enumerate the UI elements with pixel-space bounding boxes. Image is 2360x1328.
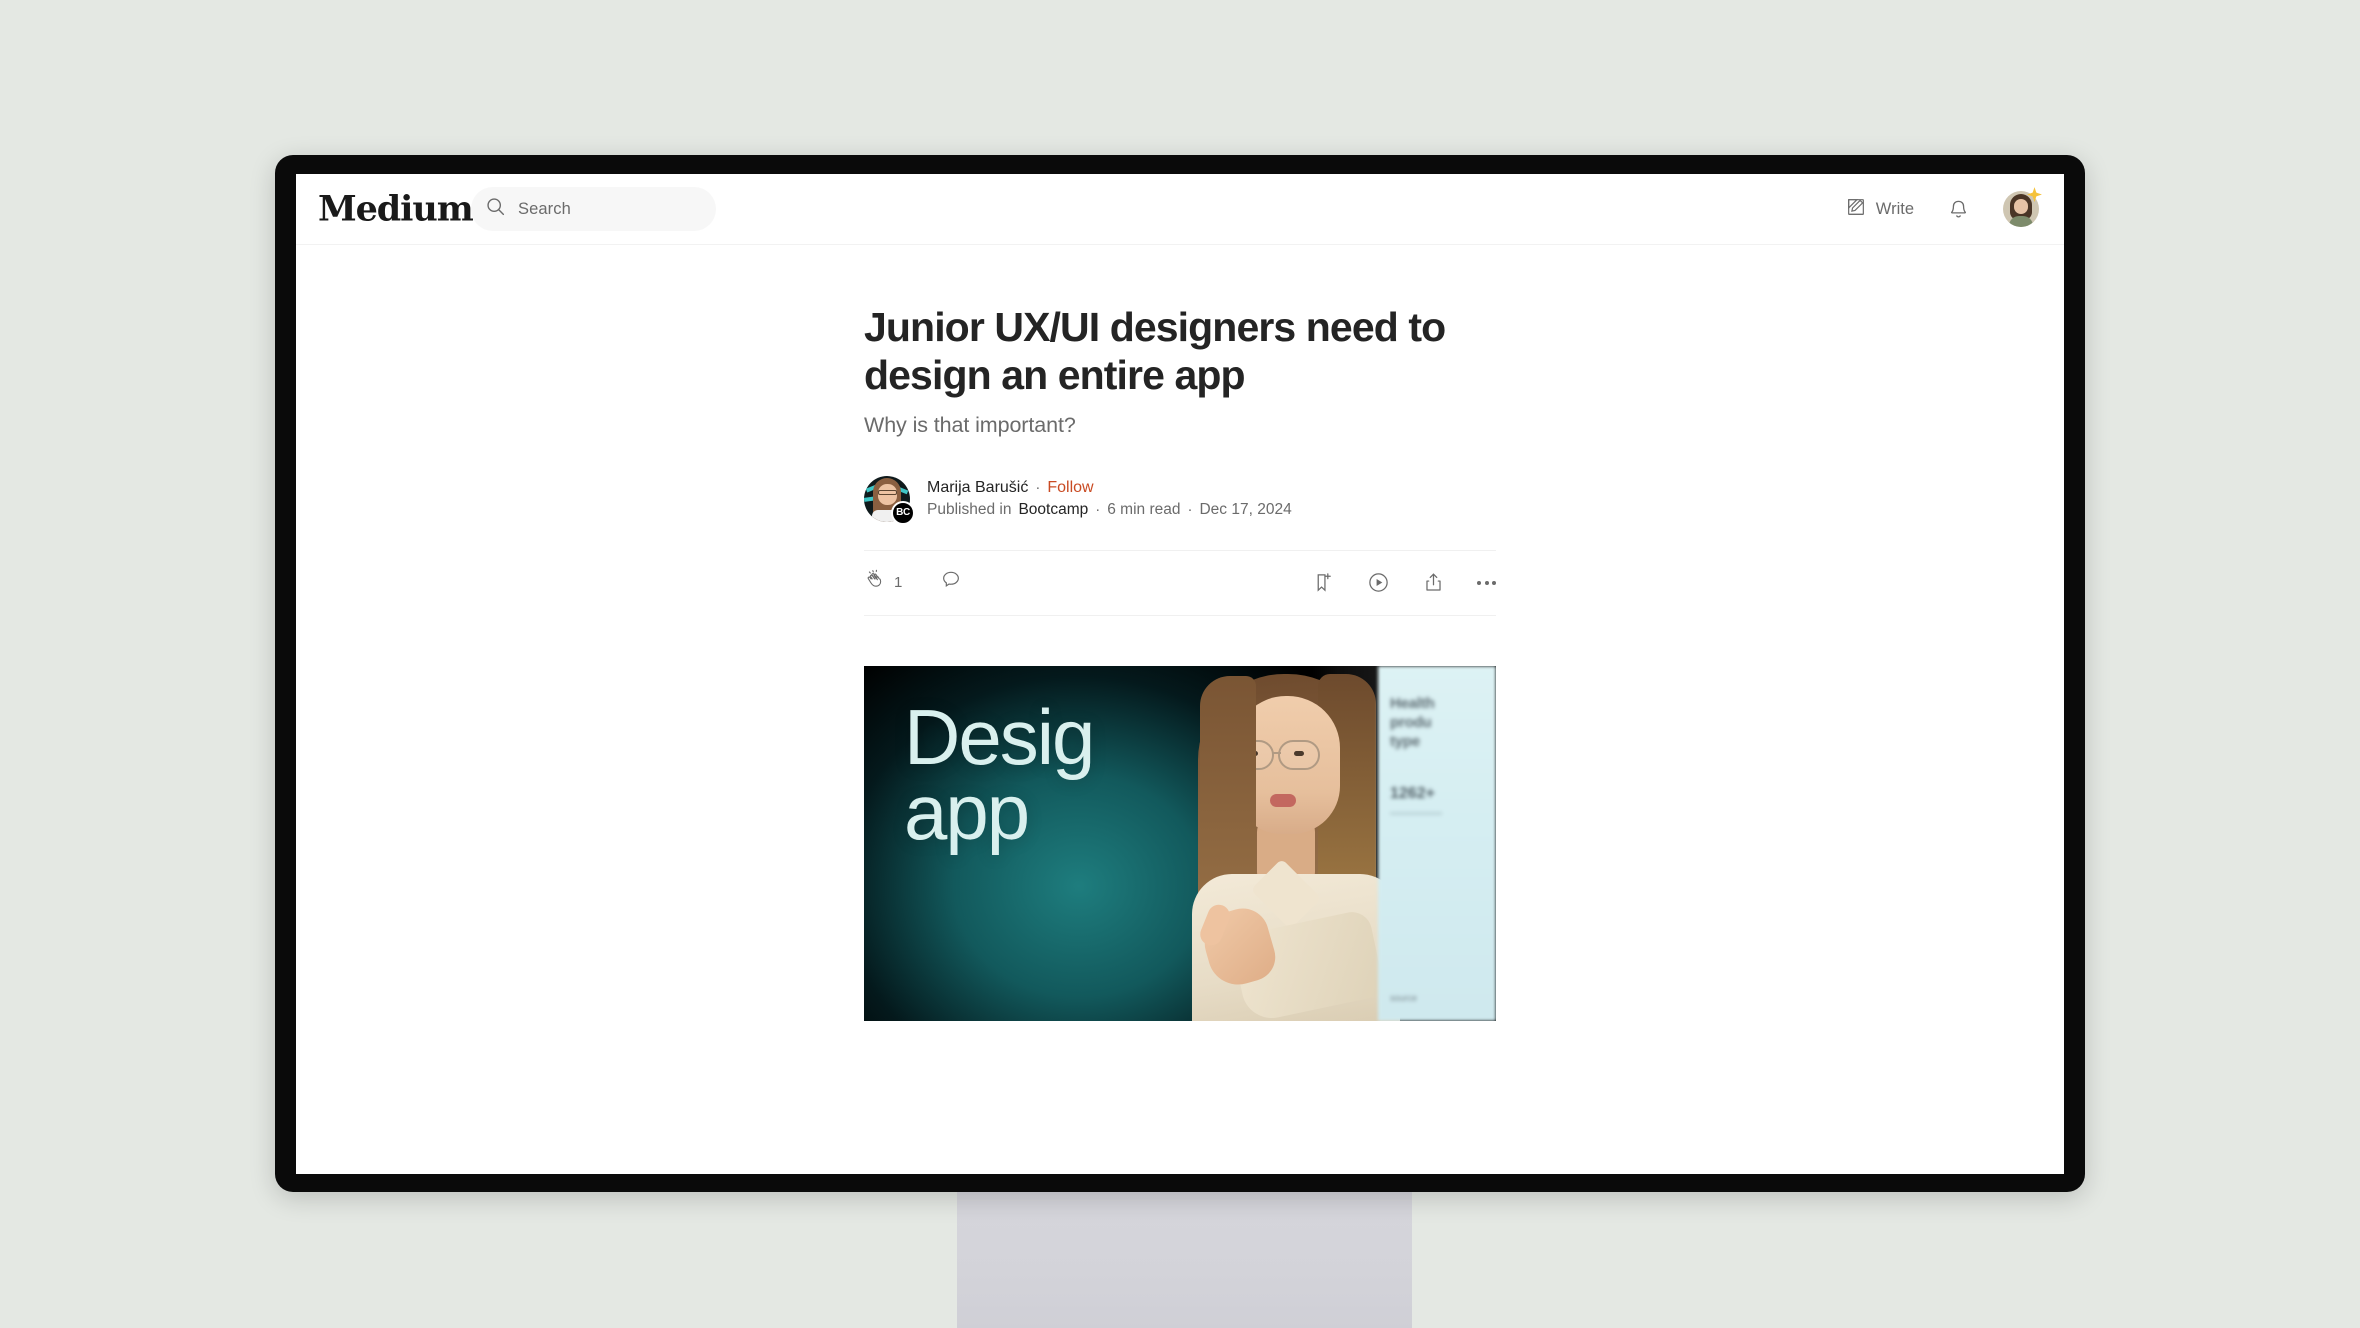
play-circle-icon[interactable] — [1367, 571, 1390, 594]
published-in-label: Published in — [927, 500, 1012, 518]
author-avatar[interactable]: BC — [864, 475, 915, 525]
clap-count: 1 — [894, 574, 903, 592]
article-action-bar: 1 — [864, 549, 1496, 616]
meta-separator-2: · — [1187, 501, 1193, 519]
write-button[interactable]: Write — [1845, 196, 1914, 223]
article-container: Junior UX/UI designers need to design an… — [296, 245, 2064, 1174]
byline: BC Marija Barušić · Follow Published in … — [864, 475, 1496, 525]
bookmark-add-icon[interactable] — [1312, 571, 1335, 594]
notifications-bell-icon[interactable] — [1947, 198, 1970, 221]
panel-text-line-1: Health — [1390, 694, 1435, 712]
clap-button[interactable]: 1 — [864, 569, 902, 597]
hero-overlay-text: Desig app — [904, 692, 1095, 857]
search-input[interactable]: Search — [471, 187, 716, 231]
publication-link[interactable]: Bootcamp — [1018, 501, 1088, 519]
byline-separator: · — [1035, 479, 1041, 497]
share-icon[interactable] — [1422, 571, 1445, 594]
article-subtitle: Why is that important? — [864, 412, 1076, 437]
header-actions: Write — [1845, 187, 2042, 227]
comment-button[interactable] — [940, 569, 962, 596]
article-hero-image: Desig app Health produ type 1262+ source — [864, 665, 1496, 1021]
page-title: Junior UX/UI designers need to design an… — [864, 304, 1446, 399]
hero-overlay-line-2: app — [904, 768, 1030, 857]
member-star-badge-icon — [2026, 186, 2043, 203]
search-placeholder-text: Search — [518, 199, 571, 218]
panel-divider — [1390, 812, 1442, 816]
write-pencil-icon — [1845, 196, 1867, 223]
site-header: Medium Search Write — [296, 174, 2064, 245]
monitor-stand — [957, 1185, 1412, 1328]
panel-text-line-2: produ — [1390, 713, 1432, 731]
author-name[interactable]: Marija Barušić — [927, 479, 1028, 497]
publish-date: Dec 17, 2024 — [1199, 500, 1292, 518]
hero-slide-panel: Health produ type 1262+ source — [1378, 665, 1496, 1021]
write-label: Write — [1875, 199, 1914, 218]
more-options-icon[interactable] — [1477, 580, 1496, 585]
comment-bubble-icon — [940, 569, 962, 596]
follow-button[interactable]: Follow — [1047, 479, 1093, 497]
search-icon — [485, 196, 506, 222]
panel-stat-value: 1262+ — [1390, 785, 1435, 803]
publication-badge-icon[interactable]: BC — [891, 500, 915, 525]
panel-footnote: source — [1390, 992, 1418, 1003]
panel-text-line-3: type — [1390, 733, 1421, 751]
read-time: 6 min read — [1107, 500, 1181, 518]
browser-screen: Medium Search Write Junior UX/UI designe… — [296, 174, 2064, 1174]
medium-logo[interactable]: Medium — [318, 192, 474, 227]
meta-separator-1: · — [1095, 501, 1101, 519]
hero-overlay-line-1: Desig — [904, 692, 1095, 781]
clap-icon — [864, 569, 887, 597]
avatar[interactable] — [2003, 187, 2042, 227]
